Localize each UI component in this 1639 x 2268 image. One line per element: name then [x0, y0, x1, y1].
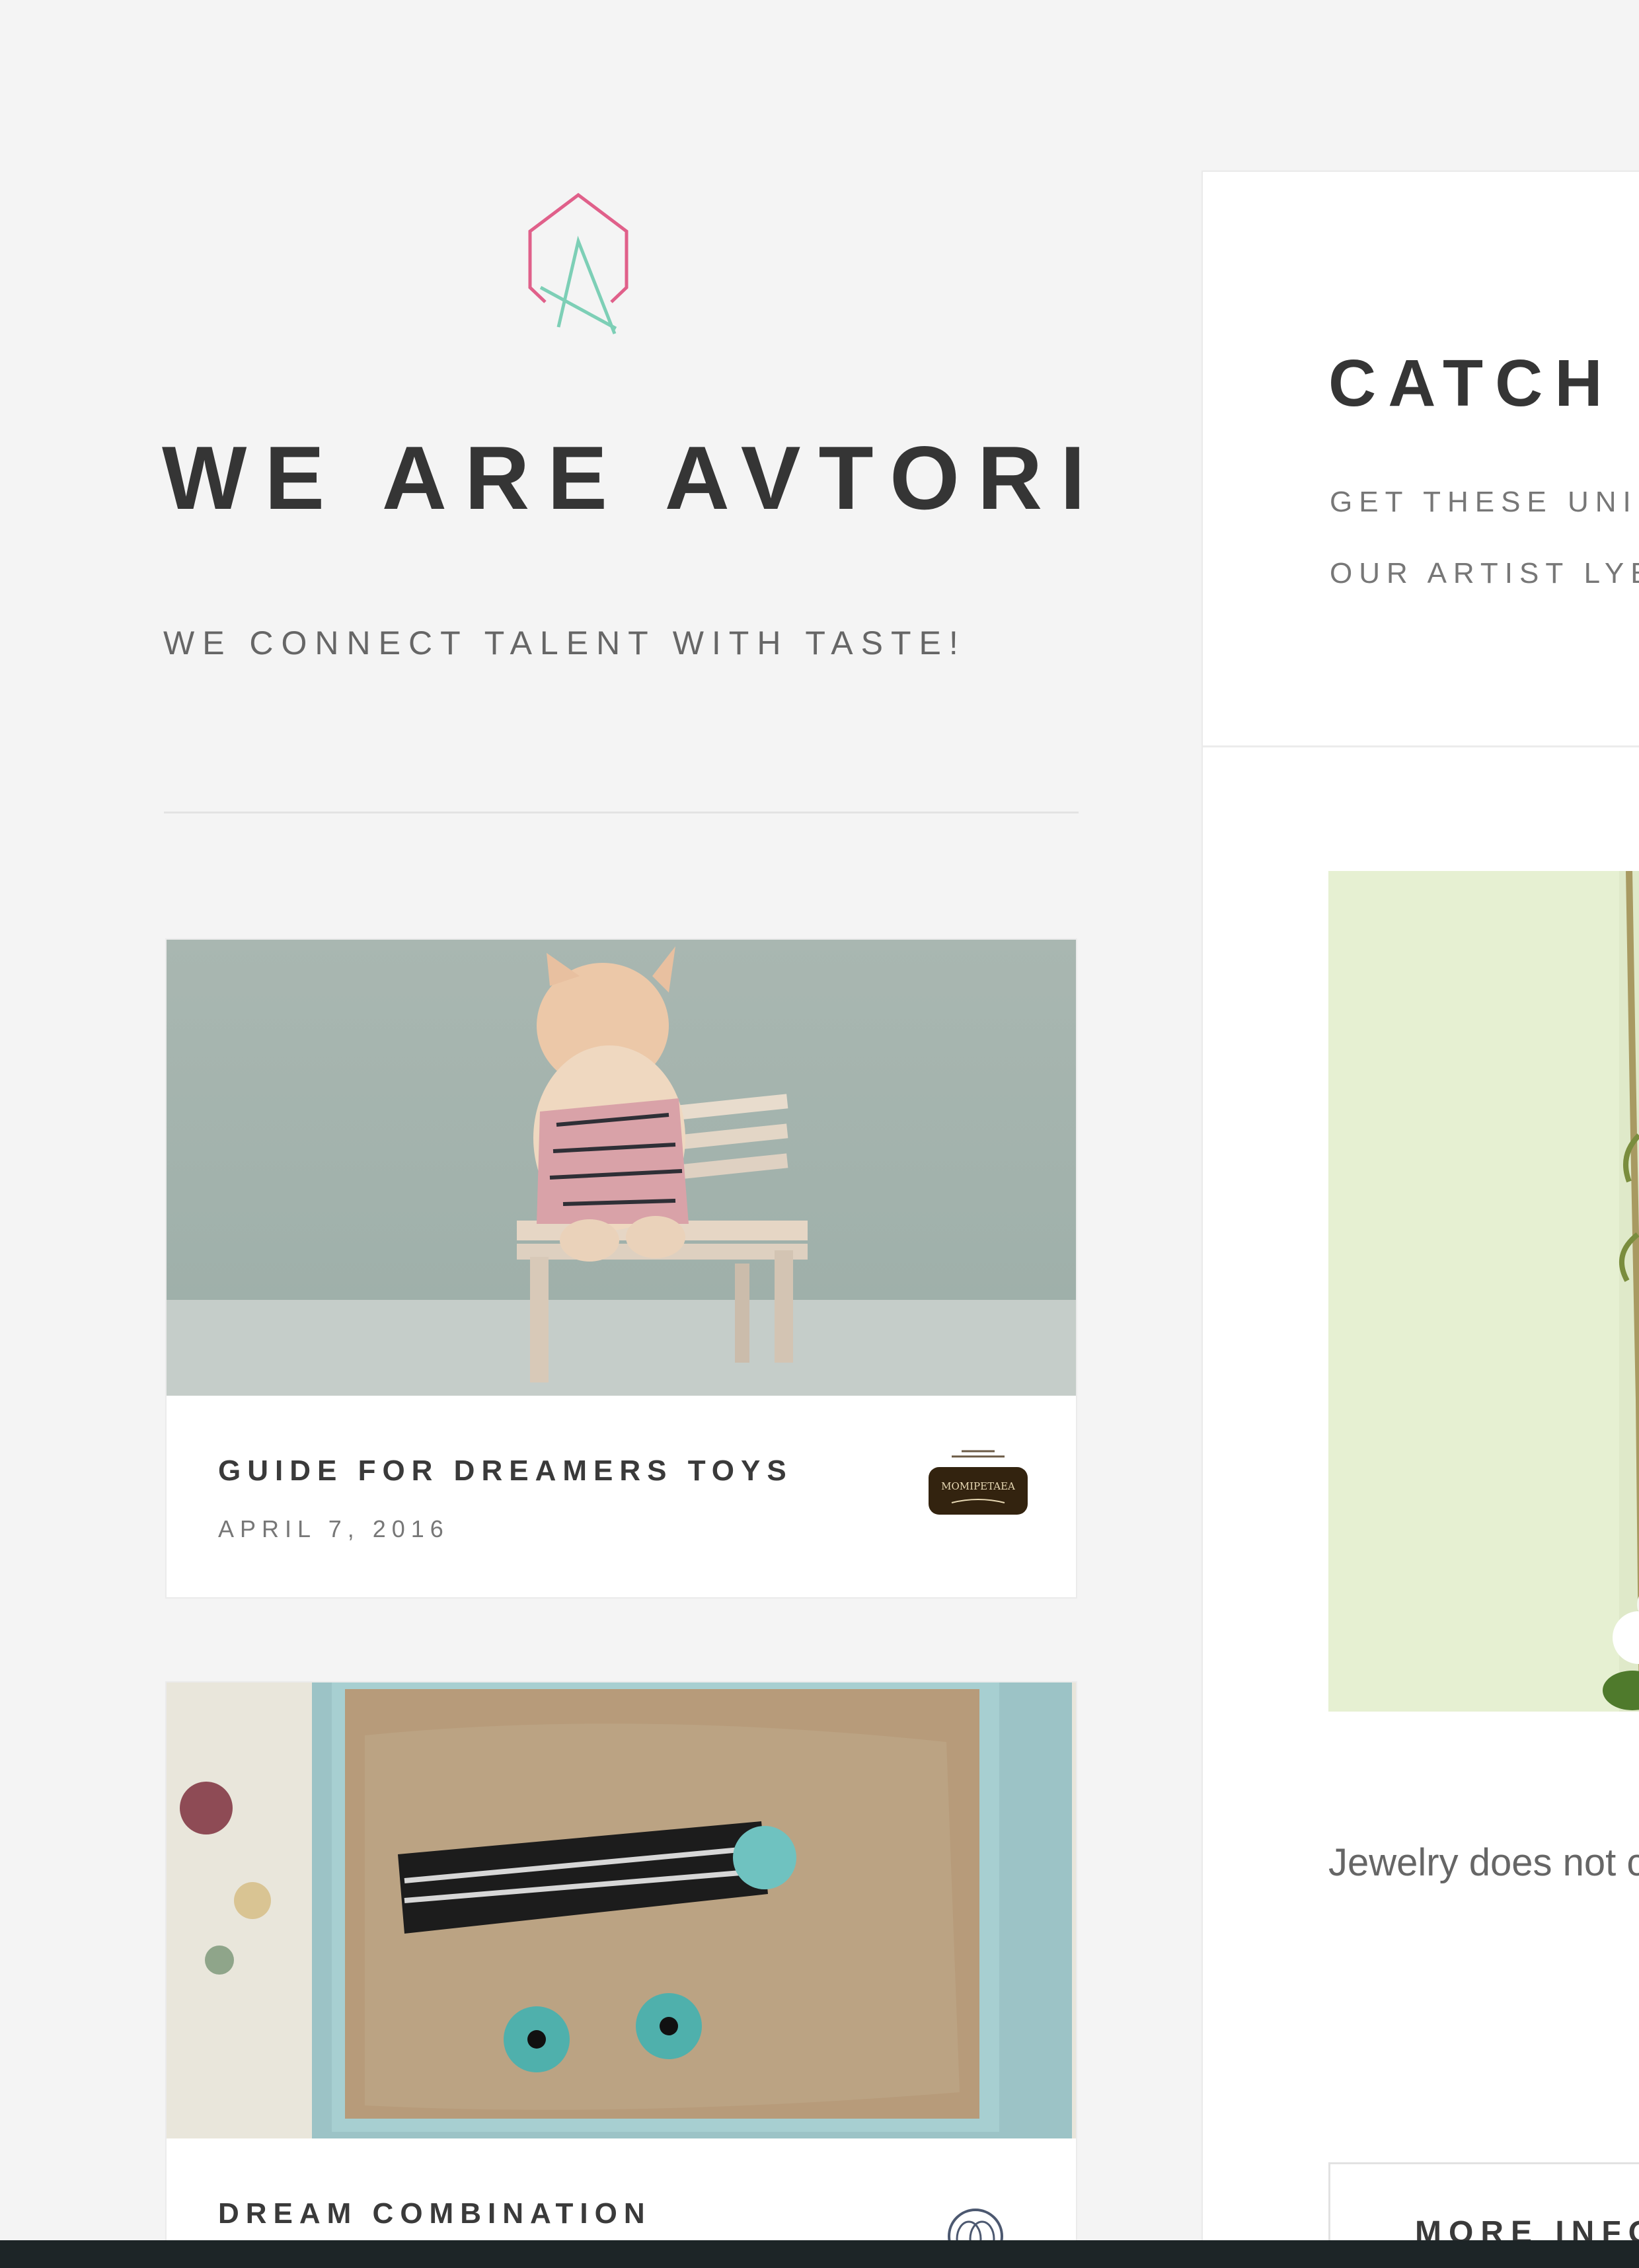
- post-image-jewelry-box[interactable]: [167, 1682, 1076, 2138]
- feature-title: CATCH: [1328, 346, 1615, 420]
- hero-title: WE ARE AVTORI: [162, 428, 1103, 528]
- feature-subtitle-line2: OUR ARTIST LYB: [1330, 557, 1639, 589]
- post-card[interactable]: DREAM COMBINATION: [167, 1682, 1076, 2268]
- post-image-fox-doll[interactable]: [167, 940, 1076, 1396]
- page: WE ARE AVTORI WE CONNECT TALENT WITH TAS…: [0, 0, 1639, 2268]
- hero-tagline: WE CONNECT TALENT WITH TASTE!: [163, 624, 966, 662]
- post-card[interactable]: GUIDE FOR DREAMERS TOYS APRIL 7, 2016 MO…: [167, 940, 1076, 1597]
- panel-divider: [1203, 745, 1639, 747]
- bottom-dark-strip: [0, 2240, 1639, 2268]
- post-title[interactable]: DREAM COMBINATION: [218, 2199, 652, 2228]
- avtori-logo-icon[interactable]: [522, 188, 634, 337]
- feature-image-plant[interactable]: [1328, 871, 1639, 1712]
- feature-description: Jewelry does not c: [1328, 1841, 1639, 1884]
- post-date: APRIL 7, 2016: [218, 1515, 449, 1542]
- section-divider: [164, 812, 1079, 813]
- momipetaea-badge-icon[interactable]: MOMIPETAEA: [925, 1442, 1031, 1528]
- post-title[interactable]: GUIDE FOR DREAMERS TOYS: [218, 1456, 793, 1486]
- badge-text: MOMIPETAEA: [941, 1480, 1015, 1492]
- feature-panel: CATCH GET THESE UNIC OUR ARTIST LYB Jewe…: [1203, 172, 1639, 2268]
- feature-subtitle-line1: GET THESE UNIC: [1330, 486, 1639, 518]
